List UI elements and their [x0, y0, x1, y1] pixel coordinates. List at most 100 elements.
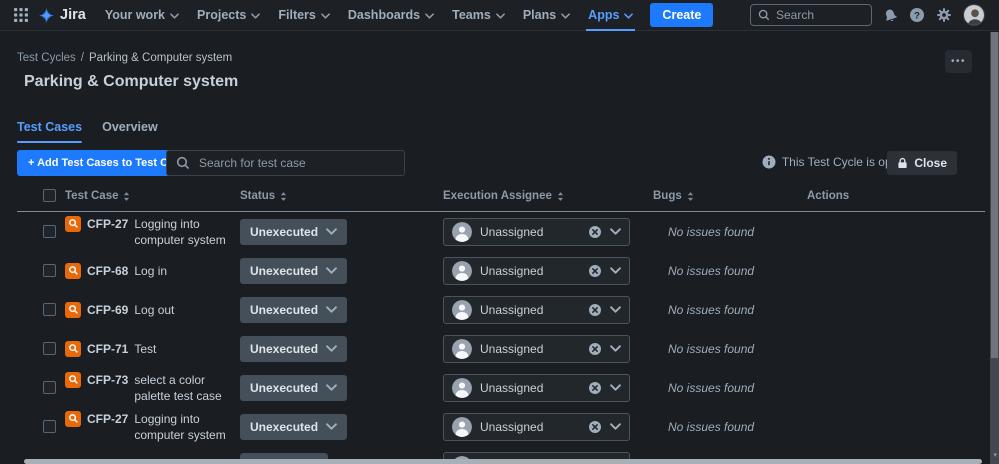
- test-case-summary[interactable]: select a color palette test case: [134, 372, 237, 404]
- sort-icon[interactable]: [280, 191, 287, 202]
- row-checkbox[interactable]: [43, 420, 56, 433]
- test-case-key[interactable]: CFP-71: [87, 341, 128, 357]
- row-checkbox[interactable]: [43, 225, 56, 238]
- horizontal-scrollbar[interactable]: [24, 459, 982, 464]
- select-all-checkbox[interactable]: [43, 189, 56, 202]
- sort-icon[interactable]: [687, 191, 694, 202]
- chevron-down-icon: [624, 12, 634, 19]
- test-case-summary[interactable]: Log out: [134, 302, 174, 318]
- test-case-key[interactable]: CFP-69: [87, 302, 128, 318]
- assignee-label: Unassigned: [480, 263, 544, 278]
- test-case-key[interactable]: CFP-68: [87, 263, 128, 279]
- assignee-dropdown[interactable]: Unassigned: [443, 334, 630, 363]
- test-case-icon: [65, 262, 81, 279]
- test-case-key[interactable]: CFP-27: [87, 216, 128, 232]
- header-test-case[interactable]: Test Case: [65, 190, 130, 202]
- assignee-dropdown[interactable]: Unassigned: [443, 412, 630, 441]
- header-status[interactable]: Status: [240, 190, 287, 202]
- row-checkbox[interactable]: [43, 381, 56, 394]
- chevron-down-icon: [326, 267, 337, 274]
- global-search[interactable]: [750, 4, 872, 26]
- breadcrumb-test-cycles[interactable]: Test Cycles: [17, 52, 76, 64]
- status-dropdown[interactable]: Unexecuted: [240, 257, 348, 284]
- clear-assignee-icon[interactable]: [588, 303, 602, 317]
- chevron-down-icon[interactable]: [610, 228, 621, 235]
- breadcrumb-current: Parking & Computer system: [89, 52, 233, 64]
- notifications-bell-icon[interactable]: [883, 8, 898, 23]
- status-label: Unexecuted: [250, 263, 319, 278]
- global-search-input[interactable]: [776, 8, 864, 22]
- assignee-label: Unassigned: [480, 302, 544, 317]
- test-case-summary[interactable]: Test: [134, 341, 156, 357]
- user-avatar[interactable]: [963, 4, 985, 26]
- test-case-key[interactable]: CFP-27: [87, 411, 128, 427]
- test-case-summary[interactable]: Logging into computer system: [134, 216, 237, 248]
- nav-item-projects[interactable]: Projects: [188, 0, 269, 31]
- nav-item-plans[interactable]: Plans: [514, 0, 579, 31]
- assignee-dropdown[interactable]: Unassigned: [443, 256, 630, 285]
- jira-logo[interactable]: Jira: [34, 7, 96, 24]
- page-title: Parking & Computer system: [24, 73, 239, 90]
- assignee-cell: Unassigned: [443, 295, 630, 324]
- chevron-down-icon[interactable]: [610, 306, 621, 313]
- header-bugs[interactable]: Bugs: [653, 190, 694, 202]
- status-dropdown[interactable]: Unexecuted: [240, 335, 348, 362]
- chevron-down-icon[interactable]: [610, 345, 621, 352]
- sort-icon[interactable]: [557, 191, 564, 202]
- chevron-down-icon: [425, 12, 434, 19]
- assignee-dropdown[interactable]: Unassigned: [443, 373, 630, 402]
- test-case-search-input[interactable]: [199, 156, 395, 170]
- chevron-down-icon[interactable]: [610, 267, 621, 274]
- search-icon: [176, 156, 190, 170]
- nav-item-teams[interactable]: Teams: [443, 0, 514, 31]
- header-actions: Actions: [807, 190, 850, 202]
- header-execution-assignee[interactable]: Execution Assignee: [443, 190, 564, 202]
- nav-item-filters[interactable]: Filters: [269, 0, 339, 31]
- tab-overview[interactable]: Overview: [102, 120, 158, 143]
- chevron-down-icon[interactable]: [610, 423, 621, 430]
- tab-test-cases[interactable]: Test Cases: [17, 120, 83, 143]
- settings-gear-icon[interactable]: [936, 7, 952, 23]
- app-switcher-icon[interactable]: [8, 2, 34, 28]
- assignee-dropdown[interactable]: Unassigned: [443, 217, 630, 246]
- chevron-down-icon[interactable]: [610, 384, 621, 391]
- clear-assignee-icon[interactable]: [588, 264, 602, 278]
- test-case-cell: CFP-27 Logging into computer system: [65, 410, 237, 443]
- chevron-down-icon: [321, 12, 330, 19]
- close-cycle-button[interactable]: Close: [887, 151, 957, 175]
- chevron-down-icon: [251, 12, 261, 19]
- sort-icon[interactable]: [123, 191, 130, 202]
- status-dropdown[interactable]: Unexecuted: [240, 374, 348, 401]
- more-options-button[interactable]: •••: [945, 50, 972, 73]
- tab-label: Test Cases: [17, 120, 83, 134]
- clear-assignee-icon[interactable]: [588, 420, 602, 434]
- table-row-partial: [0, 446, 990, 460]
- status-label: Unexecuted: [250, 224, 319, 239]
- row-checkbox[interactable]: [43, 264, 56, 277]
- vertical-scrollbar-thumb[interactable]: [991, 32, 998, 358]
- nav-item-dashboards[interactable]: Dashboards: [339, 0, 443, 31]
- toolbar: + Add Test Cases to Test Cycle This Test…: [0, 150, 985, 177]
- clear-assignee-icon[interactable]: [588, 381, 602, 395]
- assignee-dropdown[interactable]: Unassigned: [443, 295, 630, 324]
- test-case-key[interactable]: CFP-73: [87, 372, 128, 388]
- nav-item-your-work[interactable]: Your work: [96, 0, 188, 31]
- vertical-scrollbar[interactable]: [990, 32, 999, 464]
- status-dropdown[interactable]: Unexecuted: [240, 413, 348, 440]
- test-case-summary[interactable]: Log in: [134, 263, 167, 279]
- test-case-search[interactable]: [166, 150, 405, 176]
- nav-item-label: Teams: [452, 8, 491, 22]
- assignee-cell: Unassigned: [443, 334, 630, 363]
- row-checkbox[interactable]: [43, 303, 56, 316]
- test-case-summary[interactable]: Logging into computer system: [134, 411, 237, 443]
- assignee-avatar-icon: [452, 377, 472, 398]
- help-icon[interactable]: ?: [909, 7, 925, 23]
- status-dropdown[interactable]: Unexecuted: [240, 296, 348, 323]
- assignee-label: Unassigned: [480, 419, 544, 434]
- status-dropdown[interactable]: Unexecuted: [240, 218, 348, 245]
- create-button[interactable]: Create: [650, 3, 714, 27]
- nav-item-apps[interactable]: Apps: [579, 0, 642, 31]
- row-checkbox[interactable]: [43, 342, 56, 355]
- clear-assignee-icon[interactable]: [588, 225, 602, 239]
- clear-assignee-icon[interactable]: [588, 342, 602, 356]
